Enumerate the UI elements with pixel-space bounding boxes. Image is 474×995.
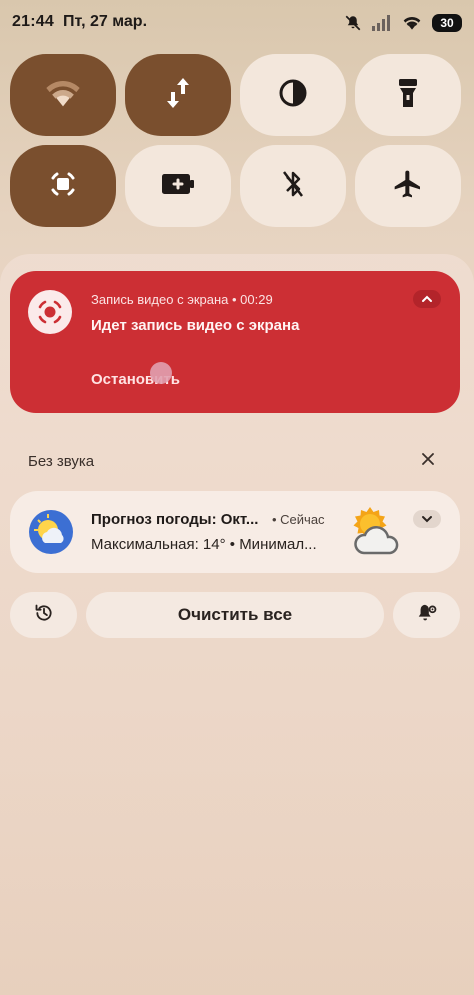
screen-record-tile[interactable] [10,145,116,227]
bluetooth-off-icon [280,168,306,205]
weather-text: Максимальная: 14° • Минимал... [91,536,317,553]
silent-section-label: Без звука [28,453,95,470]
expand-button[interactable] [413,510,441,528]
status-icons: 30 [344,12,462,34]
chevron-up-icon [421,290,433,308]
wifi-tile[interactable] [10,54,116,136]
collapse-button[interactable] [413,290,441,308]
weather-notification[interactable]: Прогноз погоды: Окт... • Сейчас Максимал… [10,491,460,573]
bluetooth-tile[interactable] [240,145,346,227]
screen-record-icon [47,168,79,205]
clear-all-button[interactable]: Очистить все [86,592,384,638]
flashlight-tile[interactable] [355,54,461,136]
partly-cloudy-icon [346,503,404,561]
screen-recording-notification[interactable]: Запись видео с экрана • 00:29 Идет запис… [10,271,460,413]
notification-title: Идет запись видео с экрана [91,317,300,334]
signal-icon [372,15,392,31]
notification-history-button[interactable] [10,592,77,638]
history-icon [34,603,54,628]
data-arrows-icon [164,76,192,115]
airplane-icon [392,168,424,205]
flashlight-icon [397,77,419,114]
notification-app-line: Запись видео с экрана • 00:29 [91,292,273,307]
battery-plus-icon [160,172,196,201]
wifi-icon [43,78,83,113]
weather-title: Прогноз погоды: Окт... [91,511,259,528]
weather-app-icon [29,510,73,554]
status-date: Пт, 27 мар. [63,13,148,30]
status-time: 21:44 [12,13,54,30]
bell-gear-icon [416,602,438,629]
close-icon [422,452,434,470]
silent-section-close-button[interactable] [418,451,438,471]
airplane-mode-tile[interactable] [355,145,461,227]
mobile-data-tile[interactable] [125,54,231,136]
weather-time: • Сейчас [272,512,325,527]
record-icon [28,290,72,334]
wifi-icon [402,15,422,31]
battery-saver-tile[interactable] [125,145,231,227]
dark-theme-tile[interactable] [240,54,346,136]
contrast-icon [277,77,309,114]
status-bar: 21:44 Пт, 27 мар. 30 [0,0,474,46]
mute-icon [344,14,362,32]
battery-icon: 30 [432,14,462,32]
chevron-down-icon [421,510,433,528]
touch-indicator [150,362,172,384]
notification-settings-button[interactable] [393,592,460,638]
